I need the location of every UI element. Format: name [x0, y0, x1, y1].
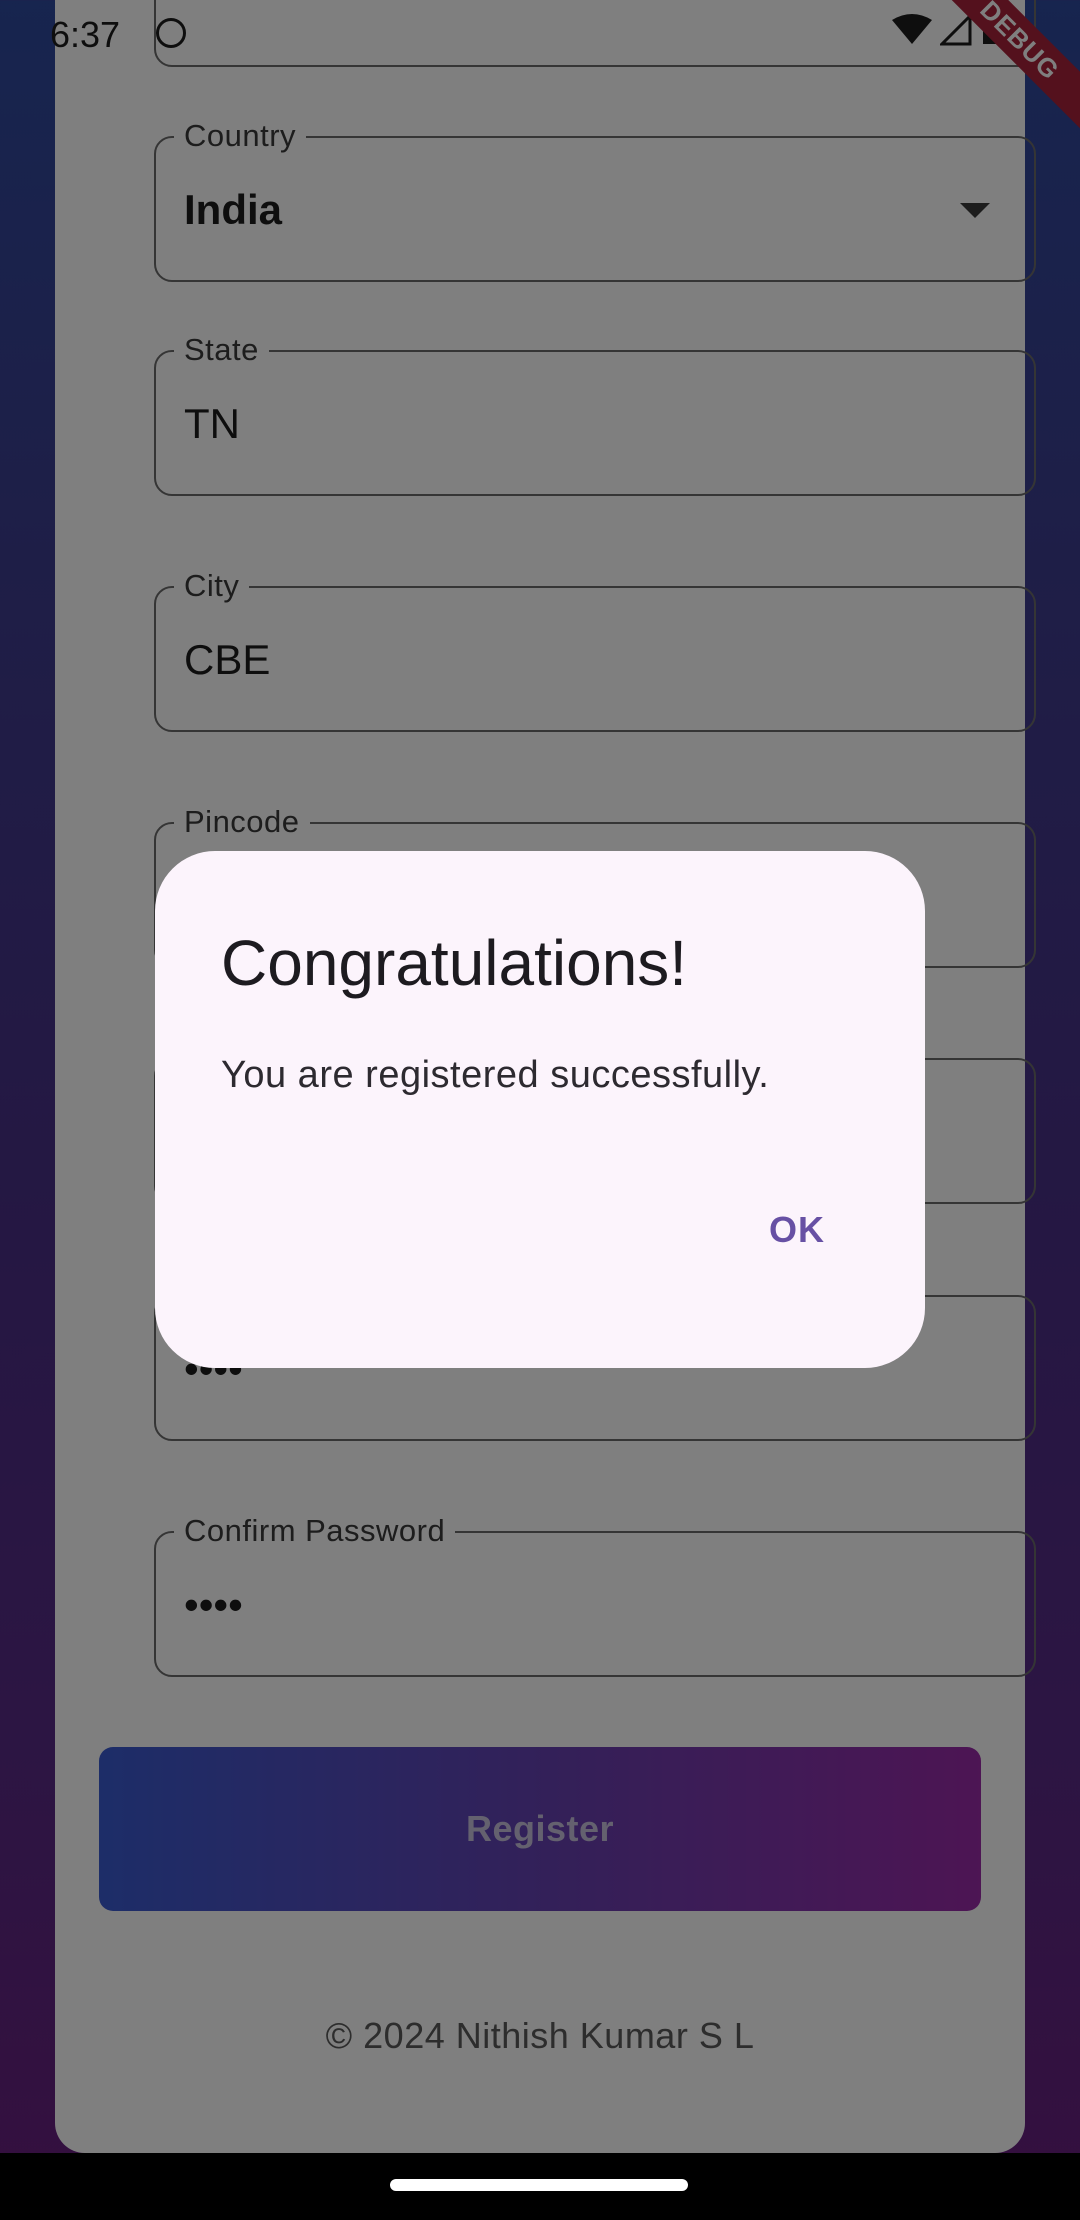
ok-button[interactable]: OK [769, 1209, 825, 1251]
dialog-message: You are registered successfully. [221, 1054, 770, 1096]
dialog-title: Congratulations! [221, 927, 688, 999]
home-gesture-handle[interactable] [390, 2179, 688, 2191]
success-dialog: Congratulations! You are registered succ… [155, 851, 925, 1368]
navigation-bar [0, 2153, 1080, 2220]
